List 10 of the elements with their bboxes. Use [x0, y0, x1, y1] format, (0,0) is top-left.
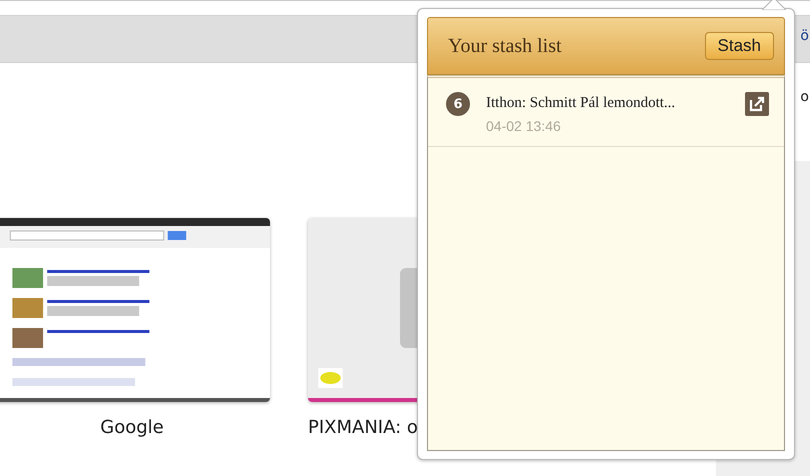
site-title[interactable]: PIXMANIA: o: [308, 417, 418, 438]
site-title[interactable]: Google: [100, 417, 164, 438]
item-number: 6: [446, 92, 470, 116]
open-external-icon[interactable]: [745, 92, 769, 116]
cut-off-text: ö: [800, 28, 809, 44]
stash-item-time: 04-02 13:46: [486, 118, 561, 134]
stash-button[interactable]: Stash: [704, 32, 774, 60]
popup-title: Your stash list: [448, 34, 562, 58]
stash-item-title[interactable]: Itthon: Schmitt Pál lemondott...: [486, 95, 676, 112]
cut-off-text: o: [800, 89, 809, 105]
